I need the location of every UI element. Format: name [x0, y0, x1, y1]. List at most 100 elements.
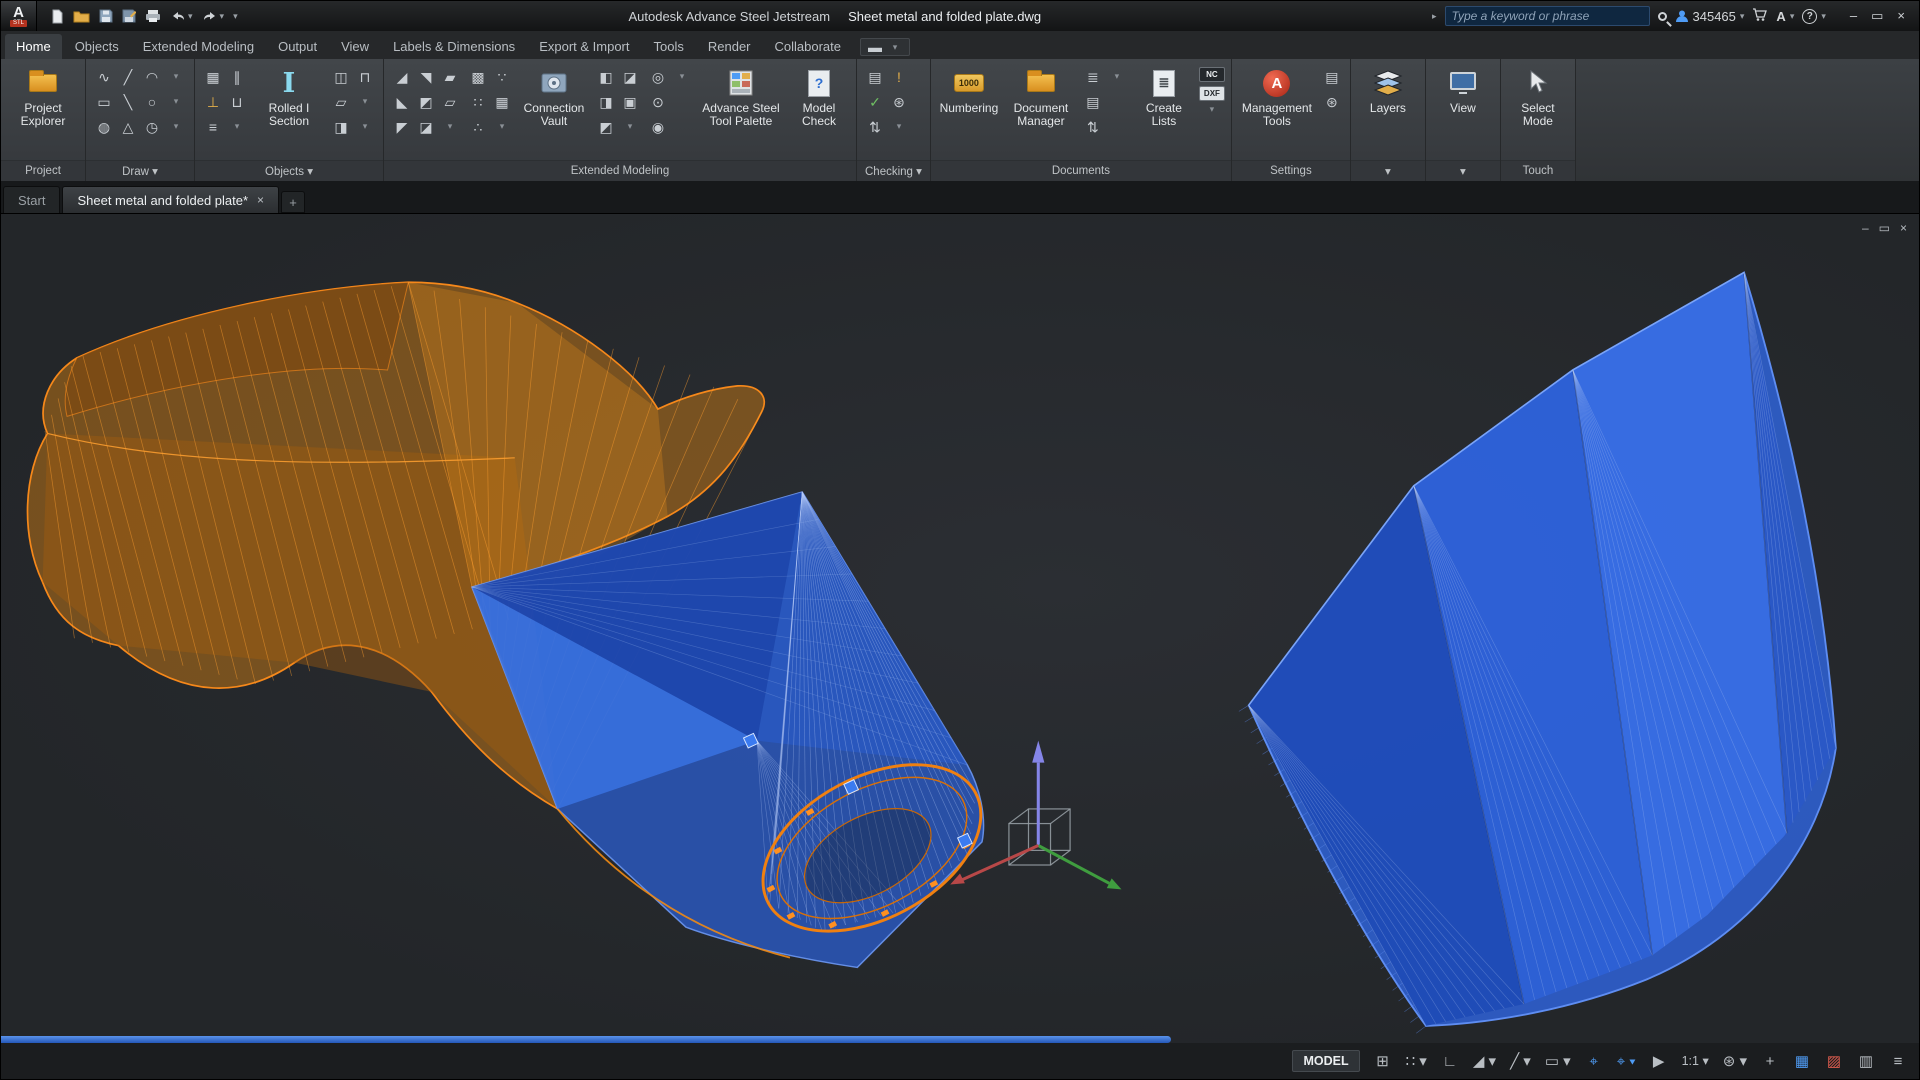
plot-button[interactable]	[145, 9, 161, 23]
minimize-viewport-icon[interactable]: –	[1862, 221, 1869, 235]
restore-window-icon[interactable]: ▭	[1871, 8, 1883, 24]
plate-divide-icon[interactable]: ◪	[621, 70, 639, 84]
options-icon[interactable]: ⊛	[1323, 95, 1341, 109]
draw-flyout-caret[interactable]: ▾	[167, 122, 185, 131]
new-file-button[interactable]	[51, 9, 64, 24]
command-line-bar[interactable]	[1, 1036, 1171, 1043]
beam-flyout-caret[interactable]: ▾	[356, 97, 374, 106]
revision-cloud-icon[interactable]: ◷	[143, 120, 161, 134]
select-mode-button[interactable]: Select Mode	[1507, 64, 1569, 131]
drawing-doc-icon[interactable]: ▤	[1084, 95, 1102, 109]
customization-button[interactable]: ≡	[1889, 1054, 1907, 1069]
collision-warning-icon[interactable]: !	[890, 70, 908, 84]
autodesk-account-button[interactable]: A▾	[1776, 9, 1794, 24]
grating-icon[interactable]: ▩	[469, 70, 487, 84]
tab-start[interactable]: Start	[3, 186, 60, 213]
rectangle-icon[interactable]: ▭	[95, 95, 113, 109]
model-space-button[interactable]: MODEL	[1292, 1050, 1359, 1072]
clean-screen-toggle[interactable]: ▥	[1857, 1054, 1875, 1069]
sync-check-icon[interactable]: ⇅	[866, 120, 884, 134]
create-lists-button[interactable]: ≣ Create Lists	[1133, 64, 1195, 131]
object-snap-toggle[interactable]: ⌖	[1585, 1054, 1603, 1069]
connection-vault-button[interactable]: Connection Vault	[518, 64, 590, 131]
save-button[interactable]	[99, 9, 113, 23]
plate-merge-icon[interactable]: ◩	[597, 120, 615, 134]
app-logo-button[interactable]: A STL	[1, 1, 37, 31]
drawing-viewport[interactable]: – ▭ ×	[1, 213, 1919, 1043]
defaults-icon[interactable]: ▤	[1323, 70, 1341, 84]
snap-mode-toggle[interactable]: ∷ ▾	[1406, 1054, 1427, 1069]
customize-qat-caret[interactable]: ▾	[233, 11, 238, 22]
help-caret-icon[interactable]: ▾	[1821, 11, 1826, 22]
document-manager-button[interactable]: Document Manager	[1005, 64, 1077, 131]
minimize-window-icon[interactable]: –	[1850, 8, 1857, 24]
hole-pattern-icon[interactable]: ∴	[469, 120, 487, 134]
undo-button[interactable]: ▾	[170, 10, 193, 22]
pattern-flyout-caret[interactable]: ▾	[493, 122, 511, 131]
close-viewport-icon[interactable]: ×	[1900, 221, 1907, 235]
ribbon-tab-collaborate[interactable]: Collaborate	[764, 34, 853, 59]
bolt-pattern-icon[interactable]: ∷	[469, 95, 487, 109]
nc-export-button[interactable]: NC	[1199, 67, 1225, 82]
add-scales-button[interactable]: +	[1761, 1054, 1779, 1069]
channel-section-icon[interactable]: ⊔	[228, 95, 246, 109]
stud-pattern-icon[interactable]: ∵	[493, 70, 511, 84]
plate-flyout-caret[interactable]: ▾	[356, 122, 374, 131]
search-icon[interactable]	[1658, 12, 1667, 21]
group-label-documents[interactable]: Documents	[931, 160, 1231, 181]
curved-beam-icon[interactable]: ◨	[332, 120, 350, 134]
tab-close-icon[interactable]: ×	[257, 193, 264, 207]
pipe-icon[interactable]: ◎	[649, 70, 667, 84]
nc-flyout-caret[interactable]: ▾	[1199, 105, 1225, 114]
dxf-export-button[interactable]: DXF	[1199, 86, 1225, 101]
hatch-icon[interactable]: ◍	[95, 120, 113, 134]
account-button[interactable]: 345465 ▾	[1675, 9, 1745, 24]
grid-display-toggle[interactable]: ⊞	[1374, 1054, 1392, 1069]
pipe-flyout-caret[interactable]: ▾	[673, 72, 691, 81]
fold-corner-icon[interactable]: ◢	[393, 70, 411, 84]
cold-rolled-icon[interactable]: ⊓	[356, 70, 374, 84]
open-file-button[interactable]	[73, 10, 90, 23]
workspace-caret[interactable]: ▾	[886, 43, 904, 52]
cone-icon[interactable]: ⊙	[649, 95, 667, 109]
check-settings-icon[interactable]: ⊛	[890, 95, 908, 109]
group-label-touch[interactable]: Touch	[1501, 160, 1575, 181]
arc-icon[interactable]: ◠	[143, 70, 161, 84]
search-input[interactable]	[1445, 6, 1650, 26]
approve-check-icon[interactable]: ✓	[866, 95, 884, 109]
arc-flyout-caret[interactable]: ▾	[167, 72, 185, 81]
grid-table-icon[interactable]: ▦	[204, 70, 222, 84]
group-label-draw[interactable]: Draw ▾	[86, 160, 194, 181]
split-plate-icon[interactable]: ◪	[417, 120, 435, 134]
fold-flyout-caret[interactable]: ▾	[441, 122, 459, 131]
fold-back-icon[interactable]: ◥	[417, 70, 435, 84]
plate-fold-tool-icon[interactable]: ◧	[597, 70, 615, 84]
redo-button[interactable]: ▾	[202, 10, 225, 22]
ribbon-tab-home[interactable]: Home	[5, 34, 62, 59]
save-as-button[interactable]	[122, 9, 136, 23]
documents-flyout-caret[interactable]: ▾	[1108, 72, 1126, 81]
polygon-icon[interactable]: △	[119, 120, 137, 134]
plate-icon[interactable]: ≡	[204, 120, 222, 134]
advance-steel-tool-palette-button[interactable]: Advance Steel Tool Palette	[698, 64, 784, 131]
bom-list-icon[interactable]: ≣	[1084, 70, 1102, 84]
ribbon-tab-view[interactable]: View	[330, 34, 380, 59]
tube-flange-icon[interactable]: ◉	[649, 120, 667, 134]
group-label-objects[interactable]: Objects ▾	[195, 160, 383, 181]
objects-flyout-caret[interactable]: ▾	[228, 122, 246, 131]
ribbon-tab-labels-dimensions[interactable]: Labels & Dimensions	[382, 34, 526, 59]
mesh-icon[interactable]: ▦	[493, 95, 511, 109]
ribbon-tab-tools[interactable]: Tools	[643, 34, 695, 59]
undo-caret-icon[interactable]: ▾	[188, 11, 193, 22]
app-store-cart-button[interactable]	[1752, 8, 1768, 25]
dynamic-ucs-toggle[interactable]: ▶	[1650, 1054, 1668, 1069]
new-tab-button[interactable]: +	[281, 191, 305, 213]
ribbon-tab-output[interactable]: Output	[267, 34, 328, 59]
group-label-extended-modeling[interactable]: Extended Modeling	[384, 160, 856, 181]
checking-flyout-caret[interactable]: ▾	[890, 122, 908, 131]
beam-pair-icon[interactable]: ∥	[228, 70, 246, 84]
object-snap-3d-toggle[interactable]: ⌖ ▾	[1617, 1054, 1636, 1069]
model-check-button[interactable]: ? Model Check	[788, 64, 850, 131]
folded-plate-icon[interactable]: ▱	[332, 95, 350, 109]
autodesk-caret-icon[interactable]: ▾	[1790, 11, 1795, 22]
